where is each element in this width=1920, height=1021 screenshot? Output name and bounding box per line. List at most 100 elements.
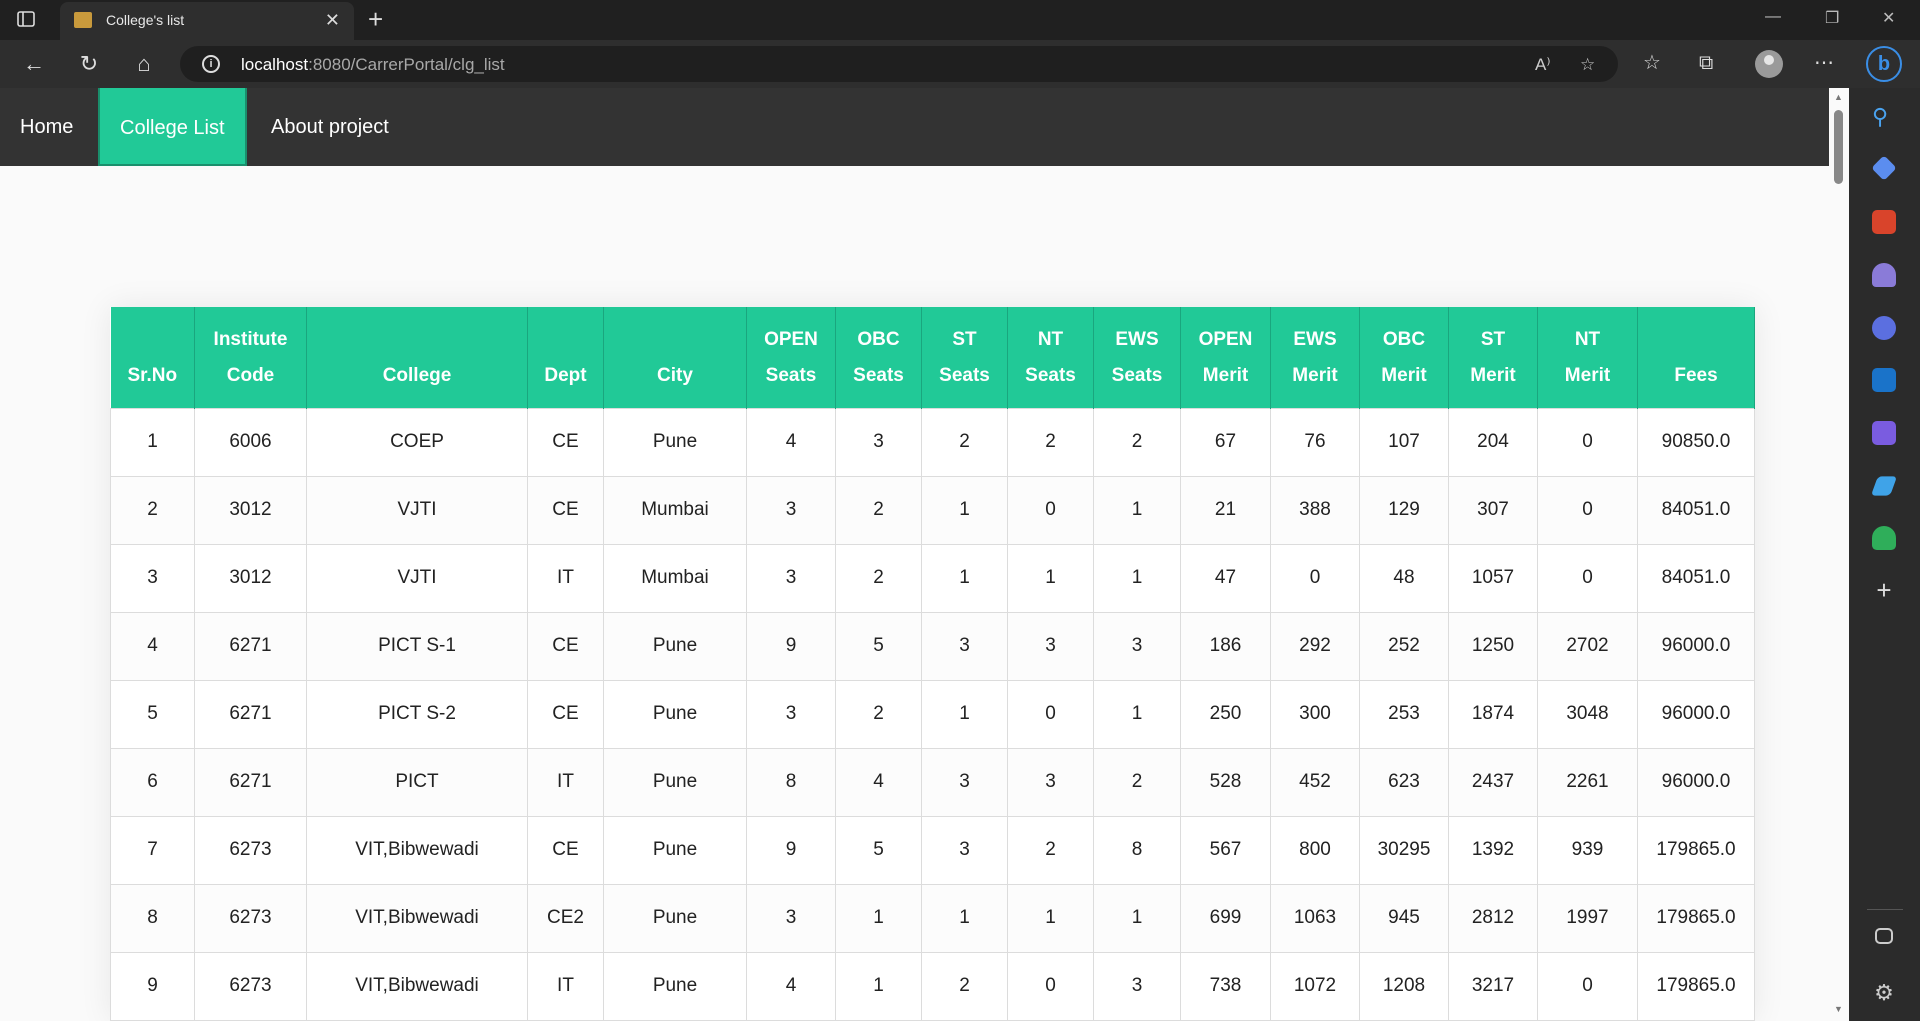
refresh-icon[interactable]: ↻	[75, 50, 103, 78]
table-cell: 5	[835, 611, 922, 681]
table-cell: 300	[1270, 679, 1360, 749]
designer-icon[interactable]	[1872, 421, 1896, 445]
site-navbar: Home College List About project	[0, 88, 1829, 166]
table-cell: 1057	[1448, 543, 1538, 613]
table-cell: 1997	[1537, 883, 1638, 953]
minimize-icon[interactable]: —	[1765, 8, 1781, 26]
shopping-tag-icon[interactable]	[1871, 155, 1897, 181]
table-cell: 1072	[1270, 951, 1360, 1021]
table-row: 8 6273 VIT,Bibwewadi CE2 Pune 3 1 1 1 1 699 1063 945…	[110, 883, 1755, 953]
table-cell: Pune	[603, 747, 747, 817]
table-row: 7 6273 VIT,Bibwewadi CE Pune 9 5 3 2 8 567 800 30295…	[110, 815, 1755, 885]
table-cell: 48	[1359, 543, 1449, 613]
column-header-label: Merit	[1292, 364, 1338, 386]
table-cell: 8	[1093, 815, 1181, 885]
column-header-label: College	[382, 364, 452, 386]
column-header-label: EWS	[1115, 328, 1159, 350]
scroll-up-icon[interactable]: ▲	[1834, 92, 1843, 102]
profile-avatar[interactable]	[1755, 50, 1783, 78]
vertical-scrollbar[interactable]: ▲ ▼	[1829, 88, 1849, 1021]
table-cell: 567	[1180, 815, 1271, 885]
table-header-row: Sr.No Institute Code College Dept City OPEN Sea…	[110, 307, 1755, 408]
tab-actions-icon[interactable]	[16, 9, 38, 31]
home-icon[interactable]: ⌂	[130, 50, 158, 78]
table-cell: 96000.0	[1637, 611, 1755, 681]
nav-about-project[interactable]: About project	[251, 88, 409, 166]
column-header-label: City	[657, 364, 693, 386]
edge-sidebar: ⚲ + ⚙	[1849, 88, 1920, 1021]
site-info-icon[interactable]: i	[202, 55, 220, 73]
table-cell: 1	[921, 883, 1008, 953]
column-header-label: OBC	[1382, 328, 1426, 350]
browser-tab-bar: College's list ✕ + — ❐ ✕	[0, 0, 1920, 40]
table-row: 4 6271 PICT S-1 CE Pune 9 5 3 3 3 186 292 252 1250 270…	[110, 611, 1755, 681]
close-window-icon[interactable]: ✕	[1882, 8, 1895, 28]
table-cell: 3	[110, 543, 195, 613]
read-aloud-icon[interactable]: A⁾	[1535, 55, 1551, 75]
outlook-icon[interactable]	[1872, 368, 1896, 392]
column-header-label: NT	[1574, 328, 1601, 350]
table-cell: 3	[1093, 611, 1181, 681]
search-icon[interactable]: ⚲	[1872, 104, 1896, 129]
address-bar[interactable]: i localhost:8080/CarrerPortal/clg_list A…	[180, 46, 1618, 82]
table-cell: IT	[527, 951, 604, 1021]
column-header-label: Institute	[213, 328, 288, 350]
table-cell: Pune	[603, 815, 747, 885]
more-menu-icon[interactable]: ⋯	[1814, 52, 1834, 74]
restore-icon[interactable]: ❐	[1825, 8, 1839, 28]
table-cell: 1	[1093, 543, 1181, 613]
favorites-icon[interactable]: ☆	[1643, 52, 1661, 74]
table-cell: 6271	[194, 747, 307, 817]
games-icon[interactable]	[1872, 263, 1896, 287]
sidebar-toggle-icon[interactable]	[1875, 928, 1893, 944]
column-header-label: Sr.No	[127, 364, 178, 386]
scroll-down-icon[interactable]: ▼	[1834, 1004, 1843, 1014]
table-cell: 2	[1007, 815, 1094, 885]
table-cell: 6273	[194, 883, 307, 953]
column-header: EWS Merit	[1270, 307, 1360, 408]
table-cell: CE	[527, 611, 604, 681]
nav-home[interactable]: Home	[0, 88, 93, 166]
table-cell: 7	[110, 815, 195, 885]
table-cell: 1250	[1448, 611, 1538, 681]
column-header: OBC Seats	[835, 307, 922, 408]
settings-icon[interactable]: ⚙	[1872, 981, 1896, 1005]
back-icon[interactable]: ←	[20, 50, 48, 78]
url-text[interactable]: localhost:8080/CarrerPortal/clg_list	[241, 55, 505, 75]
browser-tab-active[interactable]: College's list ✕	[60, 2, 354, 40]
column-header: Fees	[1637, 307, 1755, 408]
column-header: EWS Seats	[1093, 307, 1181, 408]
table-cell: 388	[1270, 475, 1360, 545]
table-cell: 1	[921, 543, 1008, 613]
table-cell: Pune	[603, 407, 747, 477]
office-icon[interactable]	[1872, 316, 1896, 340]
table-cell: 253	[1359, 679, 1449, 749]
nav-college-list[interactable]: College List	[98, 88, 247, 166]
close-tab-icon[interactable]: ✕	[325, 11, 340, 29]
column-header: NT Merit	[1537, 307, 1638, 408]
table-cell: 528	[1180, 747, 1271, 817]
table-cell: 21	[1180, 475, 1271, 545]
tree-icon[interactable]	[1872, 526, 1896, 550]
bing-copilot-icon[interactable]: b	[1866, 46, 1902, 82]
tools-icon[interactable]	[1872, 210, 1896, 234]
send-icon[interactable]	[1870, 476, 1898, 496]
add-favorite-icon[interactable]: ☆	[1580, 55, 1595, 75]
table-row: 1 6006 COEP CE Pune 4 3 2 2 2 67 76 107 204 0 90850.0	[110, 407, 1755, 477]
table-cell: 4	[746, 407, 836, 477]
table-cell: 1	[921, 475, 1008, 545]
table-cell: 945	[1359, 883, 1449, 953]
table-cell: 623	[1359, 747, 1449, 817]
table-cell: 1874	[1448, 679, 1538, 749]
column-header-label: NT	[1037, 328, 1064, 350]
table-cell: 6271	[194, 679, 307, 749]
table-cell: 9	[746, 611, 836, 681]
add-icon[interactable]: +	[1872, 577, 1896, 603]
table-cell: 1	[1093, 679, 1181, 749]
scrollbar-thumb[interactable]	[1834, 110, 1843, 184]
table-cell: 0	[1537, 543, 1638, 613]
table-cell: 1	[110, 407, 195, 477]
collections-icon[interactable]: ⧉	[1699, 52, 1713, 74]
new-tab-icon[interactable]: +	[368, 5, 383, 33]
table-cell: 939	[1537, 815, 1638, 885]
